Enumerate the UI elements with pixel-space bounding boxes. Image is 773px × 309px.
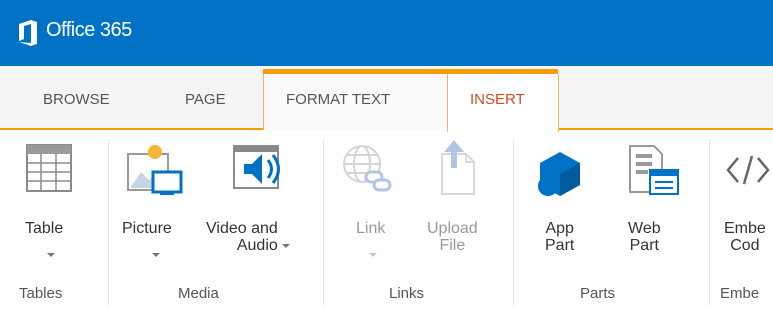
group-label-embed: Embe	[720, 285, 760, 302]
web-part-icon	[629, 145, 679, 195]
upload-file-icon	[441, 140, 475, 195]
table-dropdown-caret	[47, 253, 55, 257]
table-icon	[26, 144, 72, 192]
group-label-tables: Tables	[19, 285, 63, 302]
picture-label: Picture	[122, 220, 172, 237]
group-label-links: Links	[389, 285, 425, 302]
tab-browse[interactable]: BROWSE	[43, 91, 110, 108]
video-and-audio-dropdown-caret	[282, 244, 290, 248]
group-divider	[513, 140, 514, 305]
app-part-button[interactable]: App Part	[524, 130, 604, 280]
picture-button[interactable]: Picture	[118, 130, 198, 280]
video-and-audio-button[interactable]: Video and Audio	[198, 130, 316, 280]
video-and-audio-label: Video and Audio	[206, 220, 278, 254]
tab-format-text[interactable]: FORMAT TEXT	[286, 91, 390, 108]
upload-file-label: Upload File	[427, 220, 478, 254]
group-divider	[108, 140, 109, 305]
link-label: Link	[356, 220, 386, 237]
link-dropdown-caret	[369, 253, 377, 257]
video-audio-icon	[233, 145, 280, 189]
web-part-button[interactable]: Web Part	[604, 130, 700, 280]
group-divider	[709, 140, 710, 305]
group-divider	[323, 140, 324, 305]
picture-dropdown-caret	[152, 253, 160, 257]
group-label-parts: Parts	[580, 285, 616, 302]
suite-bar: Office 365	[0, 0, 773, 66]
tab-insert[interactable]: INSERT	[470, 91, 525, 108]
suite-product-name[interactable]: Office 365	[46, 19, 132, 42]
office-logo-icon[interactable]	[17, 20, 39, 46]
web-part-label: Web Part	[628, 220, 661, 254]
app-part-icon	[538, 152, 580, 196]
table-button[interactable]: Table	[0, 130, 100, 280]
link-button[interactable]: Link	[334, 130, 404, 280]
upload-file-button[interactable]: Upload File	[404, 130, 504, 280]
picture-icon	[127, 145, 183, 195]
ribbon-insert-panel: Table Tables Picture Video and Audio Med…	[0, 130, 773, 309]
link-icon	[343, 145, 392, 192]
embed-code-icon	[726, 155, 770, 185]
table-label: Table	[25, 220, 64, 237]
tab-page[interactable]: PAGE	[185, 91, 226, 108]
app-part-label: App Part	[545, 220, 575, 254]
group-label-media: Media	[178, 285, 219, 302]
embed-code-label: Embe Cod	[724, 220, 766, 254]
embed-code-button[interactable]: Embe Cod	[718, 130, 773, 280]
